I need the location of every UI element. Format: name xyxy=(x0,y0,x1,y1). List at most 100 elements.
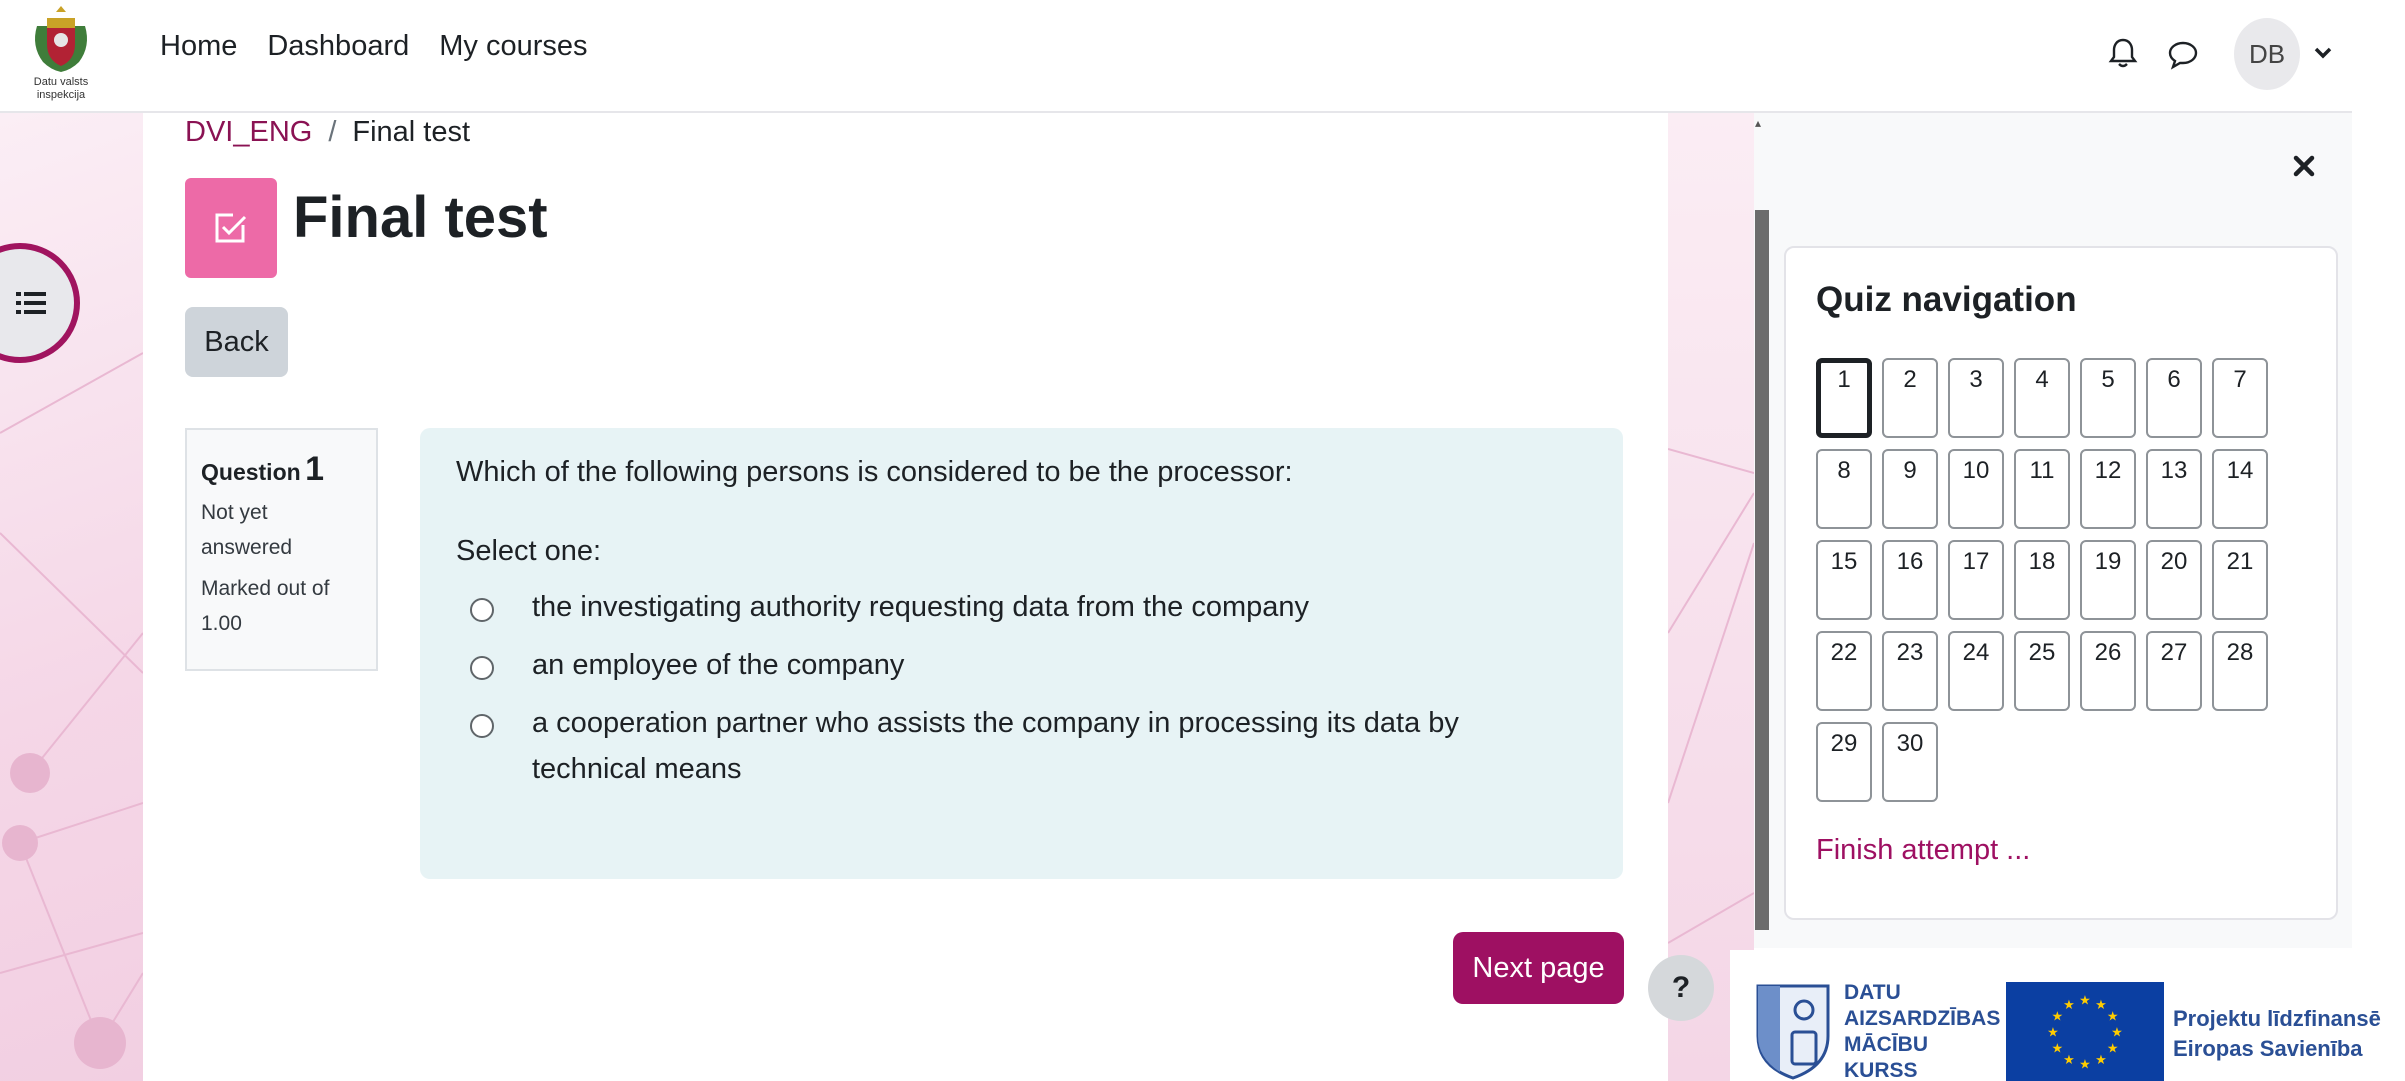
question-nav-button[interactable]: 15 xyxy=(1816,540,1872,620)
question-nav-button[interactable]: 22 xyxy=(1816,631,1872,711)
course-shield-logo xyxy=(1756,984,1830,1080)
question-nav-button[interactable]: 6 xyxy=(2146,358,2202,438)
quiz-navigation-title: Quiz navigation xyxy=(1816,280,2077,319)
question-state: Not yet answered xyxy=(201,501,293,559)
finish-attempt-link[interactable]: Finish attempt ... xyxy=(1816,834,2030,867)
answer-prompt: Select one: xyxy=(456,535,602,567)
question-nav-button[interactable]: 28 xyxy=(2212,631,2268,711)
question-nav-button[interactable]: 29 xyxy=(1816,722,1872,802)
drawer-scrollbar[interactable] xyxy=(1755,210,1769,930)
radio-button[interactable] xyxy=(470,598,494,622)
eu-funding-line: Projektu līdzfinansē xyxy=(2173,1006,2381,1031)
logo-caption-line: Datu valsts xyxy=(33,76,89,88)
eu-star: ★ xyxy=(2107,1009,2119,1024)
question-nav-button[interactable]: 20 xyxy=(2146,540,2202,620)
next-page-button[interactable]: Next page xyxy=(1453,932,1624,1004)
question-number: 1 xyxy=(305,450,325,488)
question-nav-button[interactable]: 8 xyxy=(1816,449,1872,529)
checkbox-edit-icon xyxy=(215,213,247,243)
radio-button[interactable] xyxy=(470,714,494,738)
bell-icon[interactable] xyxy=(2106,36,2140,70)
answer-option-label[interactable]: the investigating authority requesting d… xyxy=(532,584,1532,630)
question-nav-button[interactable]: 19 xyxy=(2080,540,2136,620)
answer-option[interactable]: the investigating authority requesting d… xyxy=(456,591,1587,630)
course-logo-line: AIZSARDZĪBAS xyxy=(1844,1007,2001,1030)
question-nav-button[interactable]: 30 xyxy=(1882,722,1938,802)
question-nav-button[interactable]: 14 xyxy=(2212,449,2268,529)
answer-option[interactable]: an employee of the company xyxy=(456,649,1587,688)
question-nav-button[interactable]: 16 xyxy=(1882,540,1938,620)
breadcrumb-current: Final test xyxy=(352,116,471,148)
logo-caption-line: inspekcija xyxy=(36,89,86,101)
nav-dashboard[interactable]: Dashboard xyxy=(267,30,409,63)
user-avatar[interactable]: DB xyxy=(2234,18,2300,90)
question-nav-button[interactable]: 2 xyxy=(1882,358,1938,438)
course-logo-line: KURSS xyxy=(1844,1059,1918,1081)
eu-star: ★ xyxy=(2095,997,2107,1012)
radio-button[interactable] xyxy=(470,656,494,680)
question-nav-button[interactable]: 3 xyxy=(1948,358,2004,438)
breadcrumb: DVI_ENG / Final test xyxy=(185,116,470,149)
question-nav-button[interactable]: 27 xyxy=(2146,631,2202,711)
eu-star: ★ xyxy=(2051,1041,2063,1056)
question-label: Question xyxy=(201,459,301,485)
question-button-grid: 1 2 3 4 5 6 7 8 9 10 11 12 13 14 15 16 17 18 19 20 21 22 23 24 2… xyxy=(1816,358,2268,802)
eu-star: ★ xyxy=(2095,1052,2107,1067)
list-icon xyxy=(16,292,46,314)
question-nav-button[interactable]: 11 xyxy=(2014,449,2070,529)
question-nav-button[interactable]: 21 xyxy=(2212,540,2268,620)
eu-star: ★ xyxy=(2079,993,2091,1008)
eu-star: ★ xyxy=(2107,1041,2119,1056)
question-nav-button[interactable]: 4 xyxy=(2014,358,2070,438)
question-info-panel: Question 1 Not yet answered Marked out o… xyxy=(185,428,378,671)
breadcrumb-course-link[interactable]: DVI_ENG xyxy=(185,116,312,149)
eu-star: ★ xyxy=(2063,997,2075,1012)
course-logo-line: DATU xyxy=(1844,981,1901,1004)
question-nav-button[interactable]: 10 xyxy=(1948,449,2004,529)
question-nav-button[interactable]: 26 xyxy=(2080,631,2136,711)
eu-stars: ★★★★★★★★★ ★ ★★ xyxy=(2047,993,2123,1072)
eu-flag-icon: ★ ★ ★ ★ ★ ★ ★ ★ ★ ★ ★ ★ xyxy=(2006,982,2164,1081)
eu-star: ★ xyxy=(2063,1052,2075,1067)
course-logo-line: MĀCĪBU xyxy=(1844,1033,1928,1056)
eu-funding-line: Eiropas Savienība xyxy=(2173,1036,2363,1061)
top-navbar: Datu valsts inspekcija Home Dashboard My… xyxy=(0,0,2352,113)
question-content: Which of the following persons is consid… xyxy=(420,428,1623,879)
background-pattern-left xyxy=(0,113,143,1081)
nav-my-courses[interactable]: My courses xyxy=(439,30,587,63)
chevron-down-icon[interactable] xyxy=(2312,42,2334,64)
question-nav-button[interactable]: 24 xyxy=(1948,631,2004,711)
back-button[interactable]: Back xyxy=(185,307,288,377)
quiz-activity-icon xyxy=(185,178,277,278)
question-nav-button[interactable]: 17 xyxy=(1948,540,2004,620)
question-nav-button[interactable]: 7 xyxy=(2212,358,2268,438)
user-area: DB xyxy=(2032,18,2352,90)
answer-option[interactable]: a cooperation partner who assists the co… xyxy=(456,707,1587,792)
eu-funding-text: Projektu līdzfinansē Eiropas Savienība xyxy=(2173,1004,2381,1064)
eu-star: ★ xyxy=(2047,1025,2059,1040)
course-logo-text: DATU AIZSARDZĪBAS MĀCĪBU KURSS xyxy=(1844,980,2004,1081)
primary-navigation: Home Dashboard My courses xyxy=(160,30,588,63)
answer-option-label[interactable]: an employee of the company xyxy=(532,642,1532,688)
question-nav-button[interactable]: 5 xyxy=(2080,358,2136,438)
question-nav-button[interactable]: 12 xyxy=(2080,449,2136,529)
site-logo[interactable]: Datu valsts inspekcija xyxy=(20,2,102,108)
answer-option-label[interactable]: a cooperation partner who assists the co… xyxy=(532,700,1532,792)
breadcrumb-separator: / xyxy=(328,116,337,148)
scroll-up-arrow[interactable]: ▴ xyxy=(1755,116,1769,130)
question-nav-button[interactable]: 13 xyxy=(2146,449,2202,529)
eu-star: ★ xyxy=(2111,1025,2123,1040)
nav-home[interactable]: Home xyxy=(160,30,237,63)
network-pattern xyxy=(1668,448,1754,944)
question-grade: Marked out of 1.00 xyxy=(201,577,330,635)
chat-icon[interactable] xyxy=(2166,38,2200,72)
page-title: Final test xyxy=(293,184,548,250)
help-button[interactable]: ? xyxy=(1648,955,1714,1021)
question-nav-button[interactable]: 9 xyxy=(1882,449,1938,529)
question-nav-button[interactable]: 1 xyxy=(1816,358,1872,438)
close-icon[interactable] xyxy=(2290,152,2318,180)
question-nav-button[interactable]: 18 xyxy=(2014,540,2070,620)
question-nav-button[interactable]: 25 xyxy=(2014,631,2070,711)
sponsor-logos: DATU AIZSARDZĪBAS MĀCĪBU KURSS ★ ★ ★ ★ ★ ★ ★ ★ ★… xyxy=(1730,950,2405,1081)
question-nav-button[interactable]: 23 xyxy=(1882,631,1938,711)
